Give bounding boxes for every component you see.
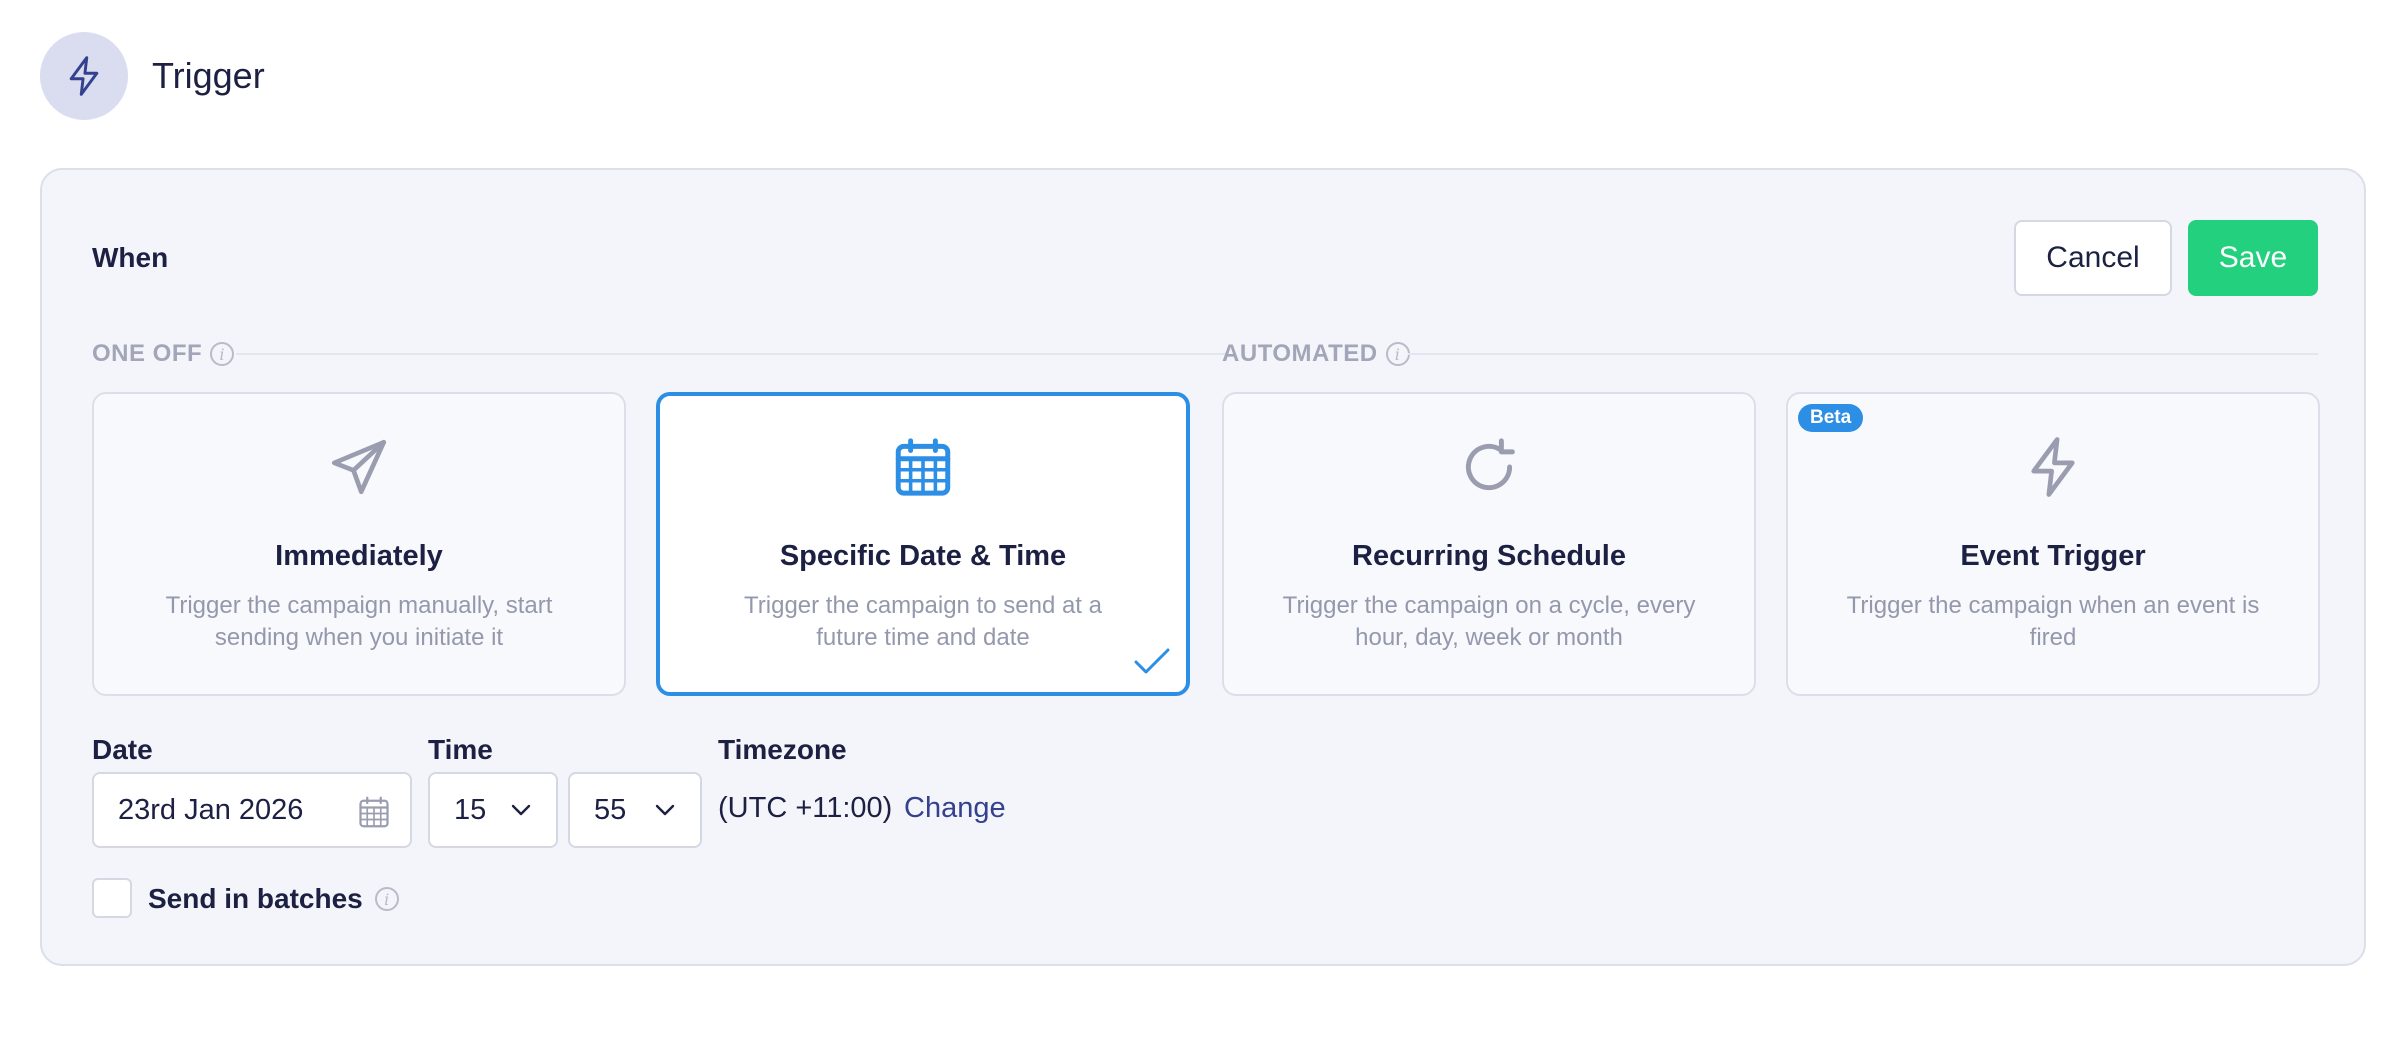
- beta-badge: Beta: [1798, 404, 1864, 432]
- page-title: Trigger: [152, 55, 265, 96]
- date-label: Date: [92, 734, 153, 765]
- hour-value: 15: [454, 793, 487, 826]
- option-title: Specific Date & Time: [779, 540, 1067, 572]
- automated-section-label: AUTOMATED i: [1222, 340, 1410, 368]
- send-in-batches-checkbox[interactable]: [92, 878, 132, 918]
- info-icon[interactable]: i: [374, 887, 399, 911]
- one-off-section-label: ONE OFF i: [92, 340, 235, 368]
- option-description: Trigger the campaign when an event is fi…: [1846, 592, 2260, 651]
- hour-select[interactable]: 15: [428, 772, 558, 848]
- timezone-change-link[interactable]: Change: [904, 792, 1006, 825]
- checkmark-icon: [1134, 648, 1170, 674]
- save-button[interactable]: Save: [2188, 220, 2318, 296]
- option-specific-date-time[interactable]: Specific Date & Time Trigger the campaig…: [656, 392, 1190, 696]
- option-title: Event Trigger: [1960, 540, 2146, 572]
- send-in-batches-row: Send in batches i: [148, 883, 399, 915]
- page-header: Trigger: [40, 32, 265, 120]
- date-value: 23rd Jan 2026: [118, 793, 304, 826]
- when-label: When: [92, 242, 169, 273]
- option-title: Immediately: [275, 540, 443, 572]
- cancel-button[interactable]: Cancel: [2014, 220, 2172, 296]
- timezone-label: Timezone: [718, 734, 847, 765]
- section-divider: [236, 353, 1226, 355]
- option-recurring-schedule[interactable]: Recurring Schedule Trigger the campaign …: [1222, 392, 1756, 696]
- info-icon[interactable]: i: [1385, 342, 1410, 366]
- trigger-panel: When Cancel Save ONE OFF i AUTOMATED i I…: [40, 168, 2366, 966]
- date-input[interactable]: 23rd Jan 2026: [92, 772, 412, 848]
- section-divider: [1408, 353, 2318, 355]
- lightning-icon: [69, 56, 99, 96]
- automated-label: AUTOMATED: [1222, 340, 1378, 367]
- minute-value: 55: [594, 793, 627, 826]
- info-icon[interactable]: i: [210, 342, 235, 366]
- option-description: Trigger the campaign to send at a future…: [744, 592, 1102, 651]
- send-in-batches-label: Send in batches: [148, 883, 363, 914]
- option-description: Trigger the campaign on a cycle, every h…: [1282, 592, 1696, 651]
- option-description: Trigger the campaign manually, start sen…: [165, 592, 553, 651]
- refresh-icon: [1465, 438, 1515, 491]
- option-immediately[interactable]: Immediately Trigger the campaign manuall…: [92, 392, 626, 696]
- paper-plane-icon: [331, 439, 387, 495]
- calendar-icon: [895, 438, 951, 496]
- trigger-avatar: [40, 32, 128, 120]
- chevron-down-icon: [655, 804, 675, 816]
- option-event-trigger[interactable]: Beta Event Trigger Trigger the campaign …: [1786, 392, 2320, 696]
- timezone-value: (UTC +11:00): [718, 792, 893, 824]
- time-label: Time: [428, 734, 493, 765]
- calendar-icon: [359, 796, 389, 828]
- option-title: Recurring Schedule: [1352, 540, 1626, 572]
- minute-select[interactable]: 55: [568, 772, 702, 848]
- lightning-icon: [2031, 437, 2075, 497]
- chevron-down-icon: [511, 804, 531, 816]
- one-off-label: ONE OFF: [92, 340, 203, 367]
